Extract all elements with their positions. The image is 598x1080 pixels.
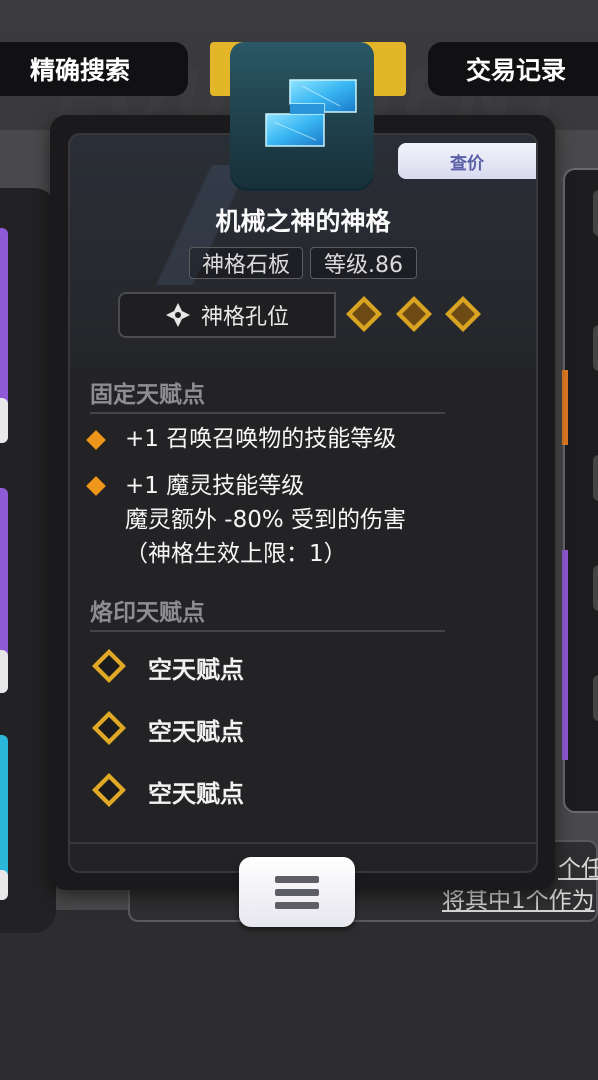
- socket-diamond-1-icon: [346, 296, 382, 332]
- left-item-card-3-bar: [0, 870, 8, 900]
- item-level-tag: 等级.86: [310, 247, 417, 279]
- brand-talent-title: 烙印天赋点: [90, 600, 205, 626]
- fixed-talent-divider: [90, 412, 445, 414]
- price-check-button[interactable]: 查价: [398, 143, 536, 179]
- talent-entry-2-line-1: +1 魔灵技能等级: [125, 473, 305, 499]
- precise-search-button[interactable]: 精确搜索: [0, 42, 188, 96]
- socket-label-text: 神格孔位: [200, 305, 289, 330]
- brand-talent-divider: [90, 630, 445, 632]
- menu-icon-bar: [275, 888, 319, 896]
- left-item-card-1-bar: [0, 398, 8, 443]
- brand-slot-1: 空天赋点: [148, 656, 244, 684]
- divinity-socket-label: 神格孔位: [118, 292, 336, 338]
- brand-slot-3: 空天赋点: [148, 780, 244, 808]
- talent-entry-2-line-2: 魔灵额外 -80% 受到的伤害: [125, 507, 407, 533]
- socket-diamond-3-icon: [445, 296, 481, 332]
- menu-icon-bar: [275, 901, 319, 909]
- menu-icon-bar: [275, 875, 319, 883]
- socket-icon: [165, 303, 190, 327]
- trade-history-button[interactable]: 交易记录: [428, 42, 598, 96]
- item-type-tag: 神格石板: [189, 247, 303, 279]
- brand-slot-2: 空天赋点: [148, 718, 244, 746]
- tooltip-footer-divider: [68, 842, 538, 844]
- bottom-background: [0, 910, 598, 1080]
- divinity-slate-icon: [230, 42, 374, 188]
- left-item-column: [0, 188, 56, 933]
- item-name: 机械之神的神格: [215, 207, 391, 236]
- left-item-card-2-bar: [0, 650, 8, 693]
- talent-entry-1-line-1: +1 召唤召唤物的技能等级: [125, 426, 397, 452]
- empty-slot-diamond-icon: [92, 649, 126, 683]
- fixed-talent-title: 固定天赋点: [90, 382, 205, 408]
- empty-slot-diamond-icon: [92, 711, 126, 745]
- talent-entry-2-line-3: （神格生效上限：1）: [125, 541, 347, 567]
- menu-button[interactable]: [239, 857, 355, 927]
- socket-diamond-2-icon: [396, 296, 432, 332]
- right-detail-panel: [562, 168, 598, 813]
- empty-slot-diamond-icon: [92, 773, 126, 807]
